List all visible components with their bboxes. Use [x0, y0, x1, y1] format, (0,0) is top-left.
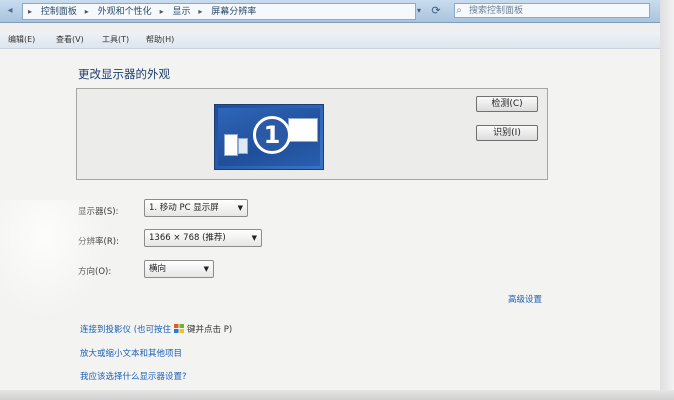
orientation-select-value: 横向	[149, 264, 167, 274]
window-right-edge	[660, 0, 674, 400]
search-placeholder: 搜索控制面板	[469, 6, 524, 16]
detect-button[interactable]: 检测(C)	[476, 96, 538, 112]
windows-key-icon	[174, 324, 185, 333]
connect-projector-hint: 键并点击 P)	[187, 325, 233, 335]
display-select[interactable]: 1. 移动 PC 显示屏 ▼	[144, 199, 248, 217]
menu-view[interactable]: 查看(V)	[56, 34, 84, 46]
breadcrumb[interactable]: ▸ 控制面板 ▸ 外观和个性化 ▸ 显示 ▸ 屏幕分辨率	[22, 3, 416, 20]
menu-tools[interactable]: 工具(T)	[102, 34, 129, 46]
mini-window-icon	[288, 118, 318, 142]
refresh-icon[interactable]: ⟳	[428, 3, 444, 19]
monitor-number-badge: 1	[253, 116, 291, 154]
display-select-value: 1. 移动 PC 显示屏	[149, 203, 219, 213]
search-input[interactable]: 搜索控制面板	[454, 3, 650, 18]
back-icon[interactable]: ◂	[4, 4, 16, 18]
menu-bar: 编辑(E) 查看(V) 工具(T) 帮助(H)	[0, 32, 674, 49]
page-title: 更改显示器的外观	[78, 67, 170, 81]
connect-projector-link[interactable]: 连接到投影仪 (也可按住 键并点击 P)	[80, 323, 232, 335]
mini-window-icon	[238, 138, 248, 154]
chevron-right-icon[interactable]: ▸	[198, 7, 202, 16]
address-dropdown-icon[interactable]: ▾	[414, 4, 424, 18]
bottom-edge	[0, 390, 674, 400]
chevron-down-icon: ▼	[203, 265, 209, 273]
breadcrumb-display[interactable]: 显示	[172, 7, 190, 17]
menu-help[interactable]: 帮助(H)	[146, 34, 174, 46]
search-icon[interactable]: ⌕	[452, 3, 466, 18]
menu-edit[interactable]: 编辑(E)	[8, 34, 35, 46]
resolution-label: 分辨率(R):	[78, 237, 119, 247]
breadcrumb-resolution[interactable]: 屏幕分辨率	[211, 7, 256, 17]
display-label: 显示器(S):	[78, 207, 119, 217]
chevron-right-icon[interactable]: ▸	[160, 7, 164, 16]
resolution-select[interactable]: 1366 × 768 (推荐) ▼	[144, 229, 262, 247]
breadcrumb-control-panel[interactable]: 控制面板	[41, 7, 77, 17]
identify-button[interactable]: 识别(I)	[476, 125, 538, 141]
orientation-label: 方向(O):	[78, 267, 112, 277]
connect-projector-text: 连接到投影仪 (也可按住	[80, 325, 172, 335]
chevron-down-icon: ▼	[237, 204, 243, 212]
text-size-link[interactable]: 放大或缩小文本和其他项目	[80, 347, 182, 359]
chevron-down-icon: ▼	[251, 234, 257, 242]
chevron-right-icon[interactable]: ▸	[85, 7, 89, 16]
resolution-select-value: 1366 × 768 (推荐)	[149, 233, 226, 243]
breadcrumb-root-icon: ▸	[28, 7, 33, 16]
address-bar: ◂ ▸ 控制面板 ▸ 外观和个性化 ▸ 显示 ▸ 屏幕分辨率 ▾ ⟳ 搜索控制面…	[0, 0, 674, 23]
display-help-link[interactable]: 我应该选择什么显示器设置?	[80, 370, 187, 382]
orientation-select[interactable]: 横向 ▼	[144, 260, 214, 278]
mini-window-icon	[224, 134, 238, 156]
breadcrumb-appearance[interactable]: 外观和个性化	[98, 7, 152, 17]
advanced-settings-link[interactable]: 高级设置	[508, 293, 542, 305]
